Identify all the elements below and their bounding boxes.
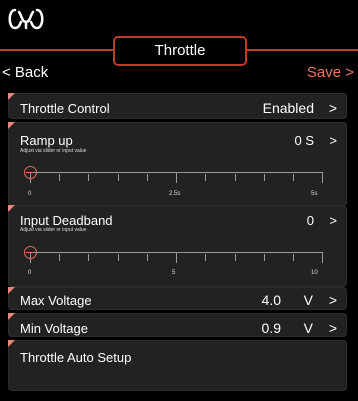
save-button[interactable]: Save > xyxy=(307,64,354,81)
slider-tick xyxy=(264,174,265,181)
max-voltage-value[interactable]: 4.0 xyxy=(262,292,281,308)
min-voltage-value[interactable]: 0.9 xyxy=(262,320,281,336)
chevron-right-icon[interactable]: > xyxy=(329,213,337,228)
ramp-up-hint: Adjust via slider or input value xyxy=(20,148,87,154)
slider-tick xyxy=(176,172,177,183)
slider-min-label: 0 xyxy=(28,270,32,276)
corner-marker xyxy=(8,93,15,100)
slider-tick xyxy=(147,174,148,181)
slider-mid-label: 5 xyxy=(172,270,176,276)
ramp-up-label: Ramp up xyxy=(20,133,73,148)
input-deadband-value[interactable]: 0 xyxy=(307,213,314,228)
slider-tick xyxy=(59,174,60,181)
back-button[interactable]: < Back xyxy=(2,64,48,81)
throttle-auto-setup-label: Throttle Auto Setup xyxy=(20,350,132,365)
corner-marker xyxy=(8,313,15,320)
slider-min-label: 0 xyxy=(28,191,32,197)
slider-thumb-icon[interactable] xyxy=(24,246,37,259)
slider-tick xyxy=(205,174,206,181)
slider-tick xyxy=(264,254,265,261)
slider-tick xyxy=(205,254,206,261)
input-deadband-hint: Adjust via slider or input value xyxy=(20,227,87,233)
slider-max-label: 10 xyxy=(311,270,318,276)
chevron-right-icon[interactable]: > xyxy=(329,133,337,148)
page-title: Throttle xyxy=(113,36,247,66)
ramp-up-row: Ramp up Adjust via slider or input value… xyxy=(8,122,347,206)
throttle-control-label: Throttle Control xyxy=(20,101,110,116)
ramp-up-value[interactable]: 0 S xyxy=(294,133,314,148)
min-voltage-unit: V xyxy=(303,320,313,336)
slider-tick xyxy=(293,174,294,181)
slider-tick xyxy=(235,174,236,181)
slider-tick xyxy=(118,174,119,181)
slider-mid-label: 2.5s xyxy=(169,191,181,197)
corner-marker xyxy=(8,287,15,294)
slider-tick xyxy=(176,252,177,263)
chevron-right-icon[interactable]: > xyxy=(329,100,337,116)
corner-marker xyxy=(8,122,15,129)
slider-tick xyxy=(59,254,60,261)
slider-max-label: 5s xyxy=(311,191,318,197)
max-voltage-label: Max Voltage xyxy=(20,293,92,308)
min-voltage-label: Min Voltage xyxy=(20,321,88,336)
throttle-control-value: Enabled xyxy=(262,100,314,116)
corner-marker xyxy=(8,340,15,347)
slider-tick xyxy=(322,252,323,263)
slider-tick xyxy=(118,254,119,261)
slider-tick xyxy=(235,254,236,261)
slider-tick xyxy=(293,254,294,261)
slider-tick xyxy=(147,254,148,261)
slider-tick xyxy=(88,174,89,181)
min-voltage-row[interactable]: Min Voltage 0.9 V > xyxy=(8,313,347,337)
input-deadband-label: Input Deadband xyxy=(20,213,113,228)
throttle-control-row[interactable]: Throttle Control Enabled > xyxy=(8,93,347,119)
chevron-right-icon[interactable]: > xyxy=(329,320,337,336)
slider-thumb-icon[interactable] xyxy=(24,166,37,179)
max-voltage-unit: V xyxy=(303,292,313,308)
max-voltage-row[interactable]: Max Voltage 4.0 V > xyxy=(8,287,347,310)
input-deadband-row: Input Deadband Adjust via slider or inpu… xyxy=(8,205,347,287)
slider-tick xyxy=(322,172,323,183)
chevron-right-icon[interactable]: > xyxy=(329,292,337,308)
slider-tick xyxy=(88,254,89,261)
corner-marker xyxy=(8,205,15,212)
throttle-auto-setup-row[interactable]: Throttle Auto Setup xyxy=(8,340,347,391)
brand-logo-icon xyxy=(8,8,44,30)
